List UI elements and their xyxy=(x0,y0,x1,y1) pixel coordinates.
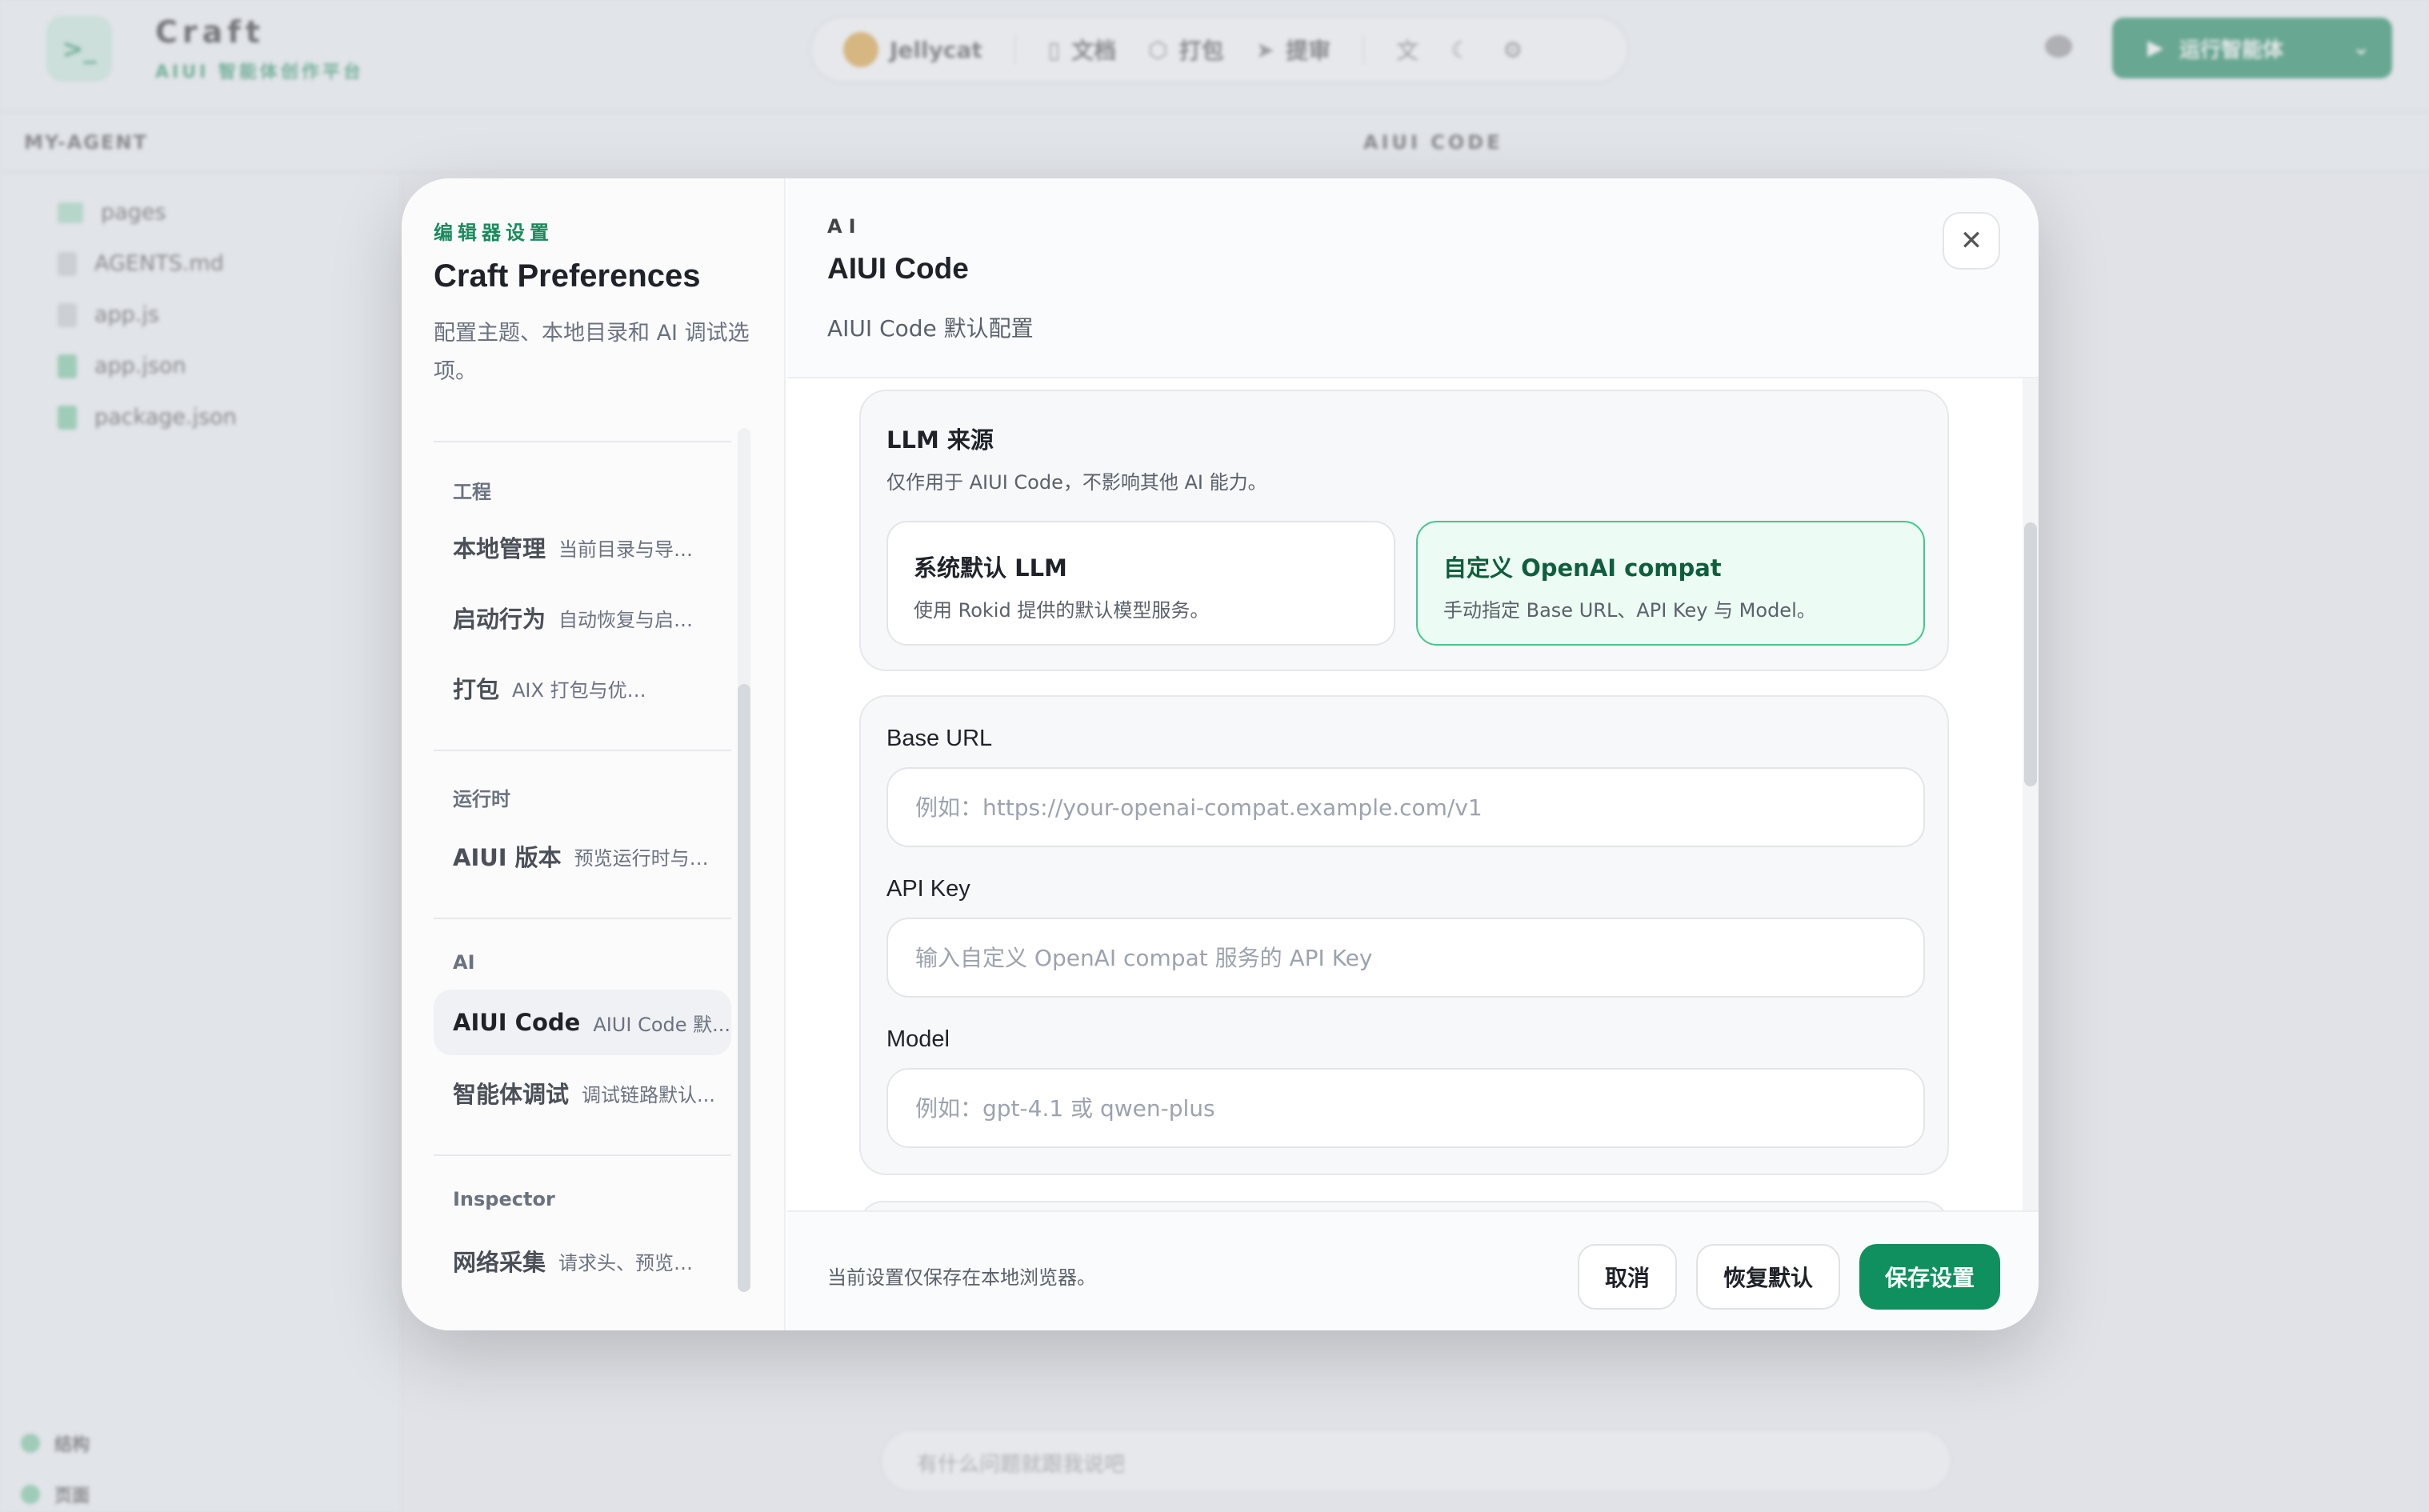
content-scrollbar[interactable] xyxy=(2023,378,2039,1210)
divider xyxy=(434,918,731,919)
nav-item-agent-debug[interactable]: 智能体调试 调试链路默认... xyxy=(434,1060,731,1126)
nav-item-label: 网络采集 xyxy=(453,1249,546,1276)
option-description: 手动指定 Base URL、API Key 与 Model。 xyxy=(1443,599,1816,622)
nav-group-label: Inspector xyxy=(453,1188,555,1210)
custom-llm-card: Base URL API Key Model xyxy=(859,695,1949,1175)
content-header: AI AIUI Code AIUI Code 默认配置 ✕ xyxy=(787,178,2039,378)
base-url-label: Base URL xyxy=(886,726,993,751)
nav-item-network[interactable]: 网络采集 请求头、预览与... xyxy=(434,1228,731,1294)
option-title: 自定义 OpenAI compat xyxy=(1443,554,1722,582)
section-title: AIUI Code xyxy=(827,252,969,285)
nav-item-startup[interactable]: 启动行为 自动恢复与启动... xyxy=(434,585,731,650)
nav-description: 配置主题、本地目录和 AI 调试选项。 xyxy=(434,321,750,384)
content-footer: 当前设置仅保存在本地浏览器。 取消 恢复默认 保存设置 xyxy=(787,1210,2039,1330)
nav-scrollbar[interactable] xyxy=(738,428,750,1292)
nav-group-label: 运行时 xyxy=(453,788,510,810)
nav-item-label: AIUI Code xyxy=(453,1009,581,1036)
section-subtitle: AIUI Code 默认配置 xyxy=(827,315,1034,342)
nav-item-label: 本地管理 xyxy=(453,535,546,562)
nav-item-sub: 预览运行时与版... xyxy=(574,846,726,870)
option-title: 系统默认 LLM xyxy=(914,554,1067,582)
model-input[interactable] xyxy=(886,1068,1925,1148)
nav-item-label: 启动行为 xyxy=(453,606,546,633)
nav-item-sub: AIUI Code 默... xyxy=(593,1013,731,1036)
nav-item-label: 智能体调试 xyxy=(453,1081,570,1108)
nav-scrollbar-thumb[interactable] xyxy=(738,684,750,1292)
divider xyxy=(434,441,731,442)
content-scrollbar-thumb[interactable] xyxy=(2024,522,2037,786)
nav-item-package[interactable]: 打包 AIX 打包与优化策略 xyxy=(434,655,731,721)
model-label: Model xyxy=(886,1026,950,1052)
divider xyxy=(434,1154,731,1156)
nav-item-aiui-code[interactable]: AIUI Code AIUI Code 默... xyxy=(434,990,731,1055)
nav-group-label: 工程 xyxy=(453,481,491,503)
divider xyxy=(434,750,731,751)
save-settings-button[interactable]: 保存设置 xyxy=(1859,1244,2000,1310)
nav-item-sub: 当前目录与导入... xyxy=(558,538,711,561)
section-eyebrow: AI xyxy=(827,215,862,238)
base-url-input[interactable] xyxy=(886,767,1925,847)
nav-eyebrow: 编辑器设置 xyxy=(434,222,554,244)
llm-source-card: LLM 来源 仅作用于 AIUI Code，不影响其他 AI 能力。 系统默认 … xyxy=(859,390,1949,671)
llm-option-default[interactable]: 系统默认 LLM 使用 Rokid 提供的默认模型服务。 xyxy=(886,521,1395,646)
footer-note: 当前设置仅保存在本地浏览器。 xyxy=(827,1266,1096,1289)
settings-nav: 编辑器设置 Craft Preferences 配置主题、本地目录和 AI 调试… xyxy=(402,178,786,1330)
nav-item-local[interactable]: 本地管理 当前目录与导入... xyxy=(434,514,731,580)
nav-item-sub: 调试链路默认... xyxy=(582,1083,715,1106)
nav-title: Craft Preferences xyxy=(434,258,701,294)
nav-item-sub: AIX 打包与优化策略 xyxy=(512,678,665,702)
settings-modal: 编辑器设置 Craft Preferences 配置主题、本地目录和 AI 调试… xyxy=(402,178,2039,1330)
api-key-label: API Key xyxy=(886,876,970,902)
close-button[interactable]: ✕ xyxy=(1943,212,2000,270)
llm-source-description: 仅作用于 AIUI Code，不影响其他 AI 能力。 xyxy=(886,471,1267,494)
llm-option-custom[interactable]: 自定义 OpenAI compat 手动指定 Base URL、API Key … xyxy=(1416,521,1925,646)
nav-group-label: AI xyxy=(453,951,475,974)
llm-source-title: LLM 来源 xyxy=(886,426,994,454)
nav-item-sub: 请求头、预览与... xyxy=(558,1251,711,1274)
nav-item-label: AIUI 版本 xyxy=(453,844,562,871)
close-icon: ✕ xyxy=(1959,225,1983,257)
content-body: LLM 来源 仅作用于 AIUI Code，不影响其他 AI 能力。 系统默认 … xyxy=(787,378,2039,1210)
reset-defaults-button[interactable]: 恢复默认 xyxy=(1696,1244,1840,1310)
option-description: 使用 Rokid 提供的默认模型服务。 xyxy=(914,599,1210,622)
settings-content: AI AIUI Code AIUI Code 默认配置 ✕ LLM 来源 仅作用… xyxy=(787,178,2039,1330)
nav-item-aiui-version[interactable]: AIUI 版本 预览运行时与版... xyxy=(434,823,731,889)
nav-item-label: 打包 xyxy=(453,676,500,703)
nav-item-sub: 自动恢复与启动... xyxy=(558,608,711,631)
api-key-input[interactable] xyxy=(886,918,1925,998)
cancel-button[interactable]: 取消 xyxy=(1578,1244,1677,1310)
next-card xyxy=(859,1201,1949,1210)
